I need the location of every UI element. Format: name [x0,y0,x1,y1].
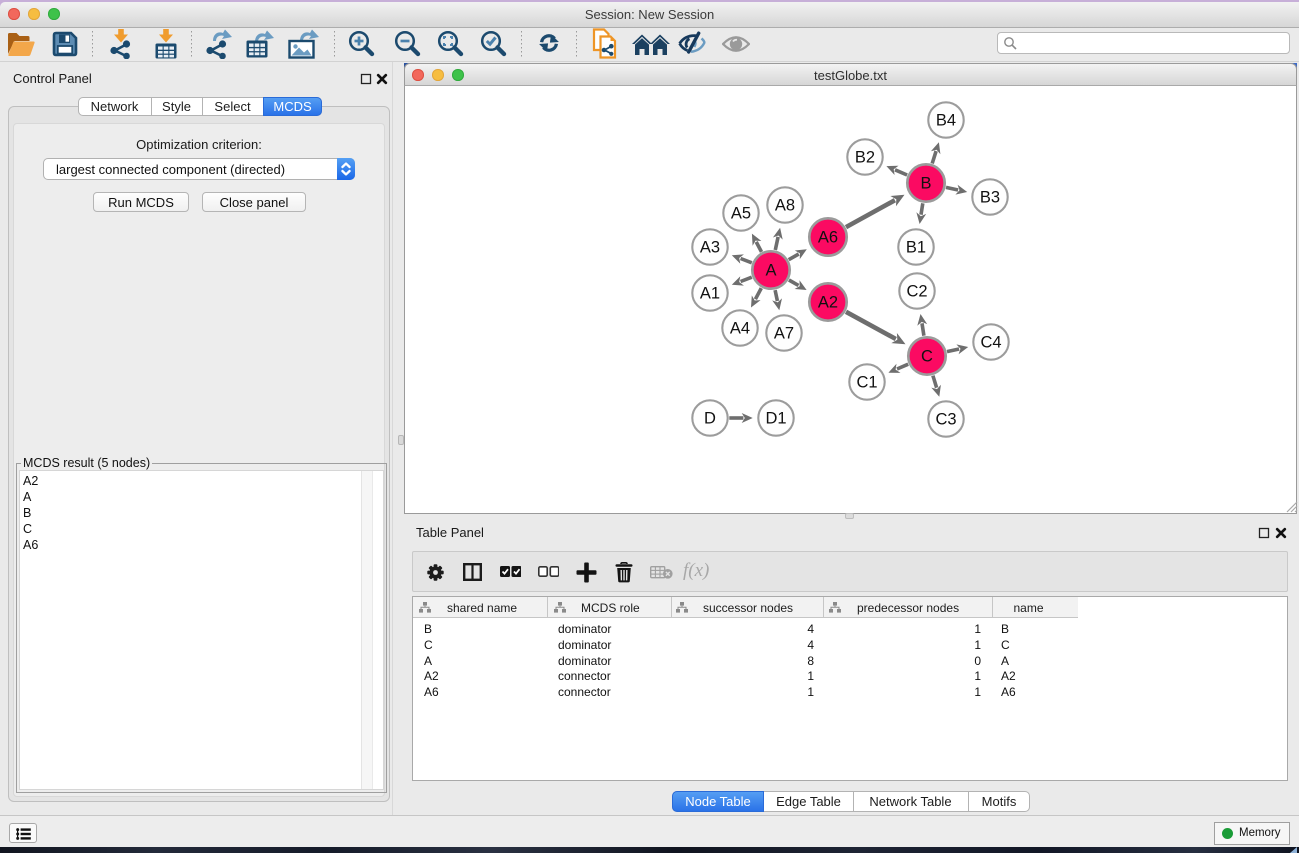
svg-text:A8: A8 [775,197,795,215]
svg-text:A5: A5 [731,205,751,223]
svg-text:C: C [921,348,933,366]
svg-text:B: B [920,175,931,193]
svg-text:B4: B4 [936,112,956,130]
svg-text:A: A [765,262,776,280]
svg-text:C4: C4 [980,334,1001,352]
svg-text:B2: B2 [855,149,875,167]
svg-text:A4: A4 [730,320,750,338]
svg-text:A3: A3 [700,239,720,257]
svg-text:D: D [704,410,716,428]
svg-text:A7: A7 [774,325,794,343]
svg-text:A2: A2 [818,294,838,312]
svg-text:A1: A1 [700,285,720,303]
svg-text:B1: B1 [906,239,926,257]
svg-text:C1: C1 [856,374,877,392]
svg-text:D1: D1 [765,410,786,428]
svg-text:A6: A6 [818,229,838,247]
svg-text:B3: B3 [980,189,1000,207]
svg-text:C2: C2 [906,283,927,301]
svg-text:C3: C3 [935,411,956,429]
